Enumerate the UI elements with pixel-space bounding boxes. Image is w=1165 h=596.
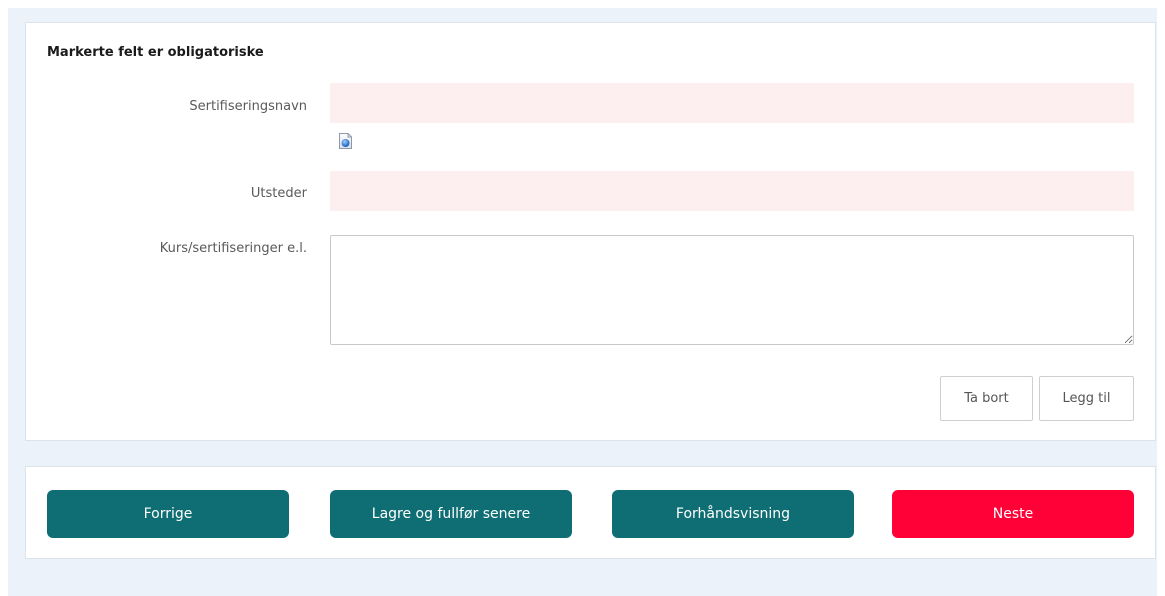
add-button[interactable]: Legg til [1039, 376, 1134, 421]
issuer-input[interactable] [330, 171, 1134, 211]
courses-textarea[interactable] [330, 235, 1134, 345]
courses-label: Kurs/sertifiseringer e.l. [159, 241, 307, 256]
info-document-icon[interactable] [338, 133, 353, 149]
issuer-label: Utsteder [250, 186, 307, 201]
required-fields-note: Markerte felt er obligatoriske [47, 45, 264, 60]
previous-button[interactable]: Forrige [47, 490, 289, 538]
save-later-button[interactable]: Lagre og fullfør senere [330, 490, 572, 538]
preview-button[interactable]: Forhåndsvisning [612, 490, 854, 538]
certification-name-input[interactable] [330, 83, 1134, 123]
remove-button[interactable]: Ta bort [940, 376, 1033, 421]
navigation-panel: Forrige Lagre og fullfør senere Forhånds… [25, 466, 1156, 559]
certification-name-label: Sertifiseringsnavn [189, 99, 307, 114]
certification-form-panel: Markerte felt er obligatoriske Sertifise… [25, 22, 1156, 441]
next-button[interactable]: Neste [892, 490, 1134, 538]
